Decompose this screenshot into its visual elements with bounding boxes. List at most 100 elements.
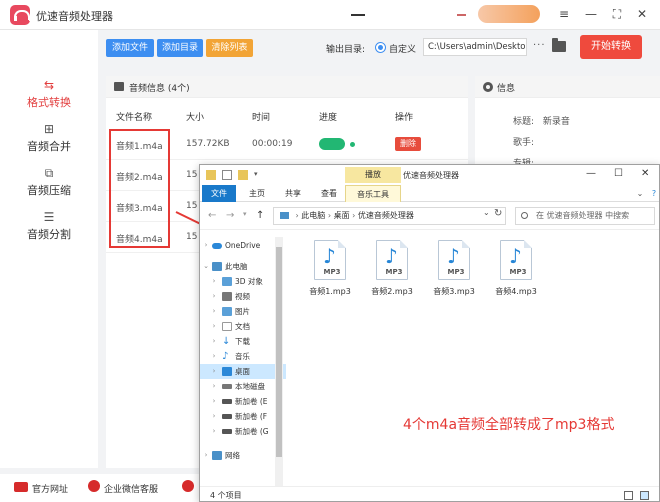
website-link[interactable]: 官方网址	[32, 482, 68, 495]
info-title: 信息	[497, 84, 516, 94]
file-type-tag: MP3	[509, 268, 527, 276]
tab-file[interactable]: 文件	[202, 185, 236, 202]
tab-home[interactable]: 主页	[240, 185, 274, 202]
chevron-right-icon: ›	[212, 397, 216, 405]
file-type-tag: MP3	[385, 268, 403, 276]
explorer-search-input[interactable]: 在 优速音频处理器 中搜索	[515, 207, 655, 225]
chevron-right-icon: ›	[212, 292, 216, 300]
tab-view[interactable]: 查看	[312, 185, 346, 202]
title-bar: 优速音频处理器 ≡ — ⛶ ✕	[0, 0, 660, 30]
sidebar-item-audio-merge[interactable]: ⊞ 音频合并	[0, 122, 98, 156]
large-icons-view-icon[interactable]	[640, 491, 649, 500]
file-item[interactable]: ♪ MP3 音频4.mp3	[488, 240, 544, 310]
file-item[interactable]: ♪ MP3 音频2.mp3	[364, 240, 420, 310]
info-label: 歌手:	[513, 138, 535, 148]
col-filename: 文件名称	[116, 113, 153, 123]
tree-label: 3D 对象	[235, 277, 263, 286]
sidebar-item-label: 格式转换	[27, 96, 71, 109]
tree-item-volume-f[interactable]: › 新加卷 (F	[200, 409, 286, 424]
open-folder-icon[interactable]	[552, 38, 566, 52]
tree-item-onedrive[interactable]: › OneDrive	[200, 238, 286, 253]
tree-label: OneDrive	[225, 241, 261, 250]
tree-item-downloads[interactable]: › ↓ 下载	[200, 334, 286, 349]
file-item[interactable]: ♪ MP3 音频3.mp3	[426, 240, 482, 310]
minimize-bar-icon[interactable]	[351, 14, 365, 16]
tree-item-volume-g[interactable]: › 新加卷 (G	[200, 424, 286, 439]
explorer-close-icon[interactable]: ✕	[641, 168, 649, 179]
tree-item-videos[interactable]: › 视频	[200, 289, 286, 304]
clear-list-button[interactable]: 清除列表	[206, 39, 253, 57]
search-icon	[521, 212, 528, 219]
output-dir-label: 输出目录:	[326, 45, 366, 55]
quick-access-dropdown-icon[interactable]: ▾	[254, 170, 264, 180]
mp3-file-icon: ♪ MP3	[500, 240, 532, 280]
address-part[interactable]: 优速音频处理器	[358, 211, 414, 220]
picture-icon	[222, 307, 232, 316]
tree-item-this-pc[interactable]: ⌄ 此电脑	[200, 259, 286, 274]
sidebar-item-audio-compress[interactable]: ⧉ 音频压缩	[0, 166, 98, 200]
tree-item-desktop[interactable]: › 桌面	[200, 364, 286, 379]
address-part[interactable]: 此电脑	[301, 211, 325, 220]
explorer-maximize-icon[interactable]: ☐	[614, 168, 623, 179]
info-header: 信息	[475, 76, 660, 98]
image-icon	[114, 82, 124, 91]
back-icon[interactable]: ←	[208, 210, 216, 221]
support-icon[interactable]	[182, 480, 194, 492]
tree-item-local-disk[interactable]: › 本地磁盘	[200, 379, 286, 394]
file-item[interactable]: ♪ MP3 音频1.mp3	[302, 240, 358, 310]
browse-more-button[interactable]: ···	[533, 40, 546, 51]
address-part[interactable]: 桌面	[334, 211, 350, 220]
tree-item-documents[interactable]: › 文档	[200, 319, 286, 334]
recent-dropdown-icon[interactable]: ▾	[243, 210, 247, 218]
tree-item-network[interactable]: › 网络	[200, 448, 286, 463]
wechat-support-link[interactable]: 企业微信客服	[104, 482, 158, 495]
address-input[interactable]: › 此电脑 › 桌面 › 优速音频处理器	[273, 207, 506, 225]
menu-icon[interactable]: ≡	[556, 6, 572, 22]
sidebar-item-label: 音频压缩	[27, 184, 71, 197]
tree-label: 文档	[235, 322, 250, 331]
sidebar-item-audio-split[interactable]: ☰ 音频分割	[0, 210, 98, 244]
tree-label: 新加卷 (E	[235, 397, 268, 406]
sidebar-item-format-convert[interactable]: ⇆ 格式转换	[0, 78, 98, 112]
tree-item-volume-e[interactable]: › 新加卷 (E	[200, 394, 286, 409]
ribbon-expand-icon[interactable]: ⌄	[634, 185, 646, 202]
chevron-right-icon: ›	[204, 241, 208, 249]
chevron-right-icon: ›	[212, 337, 216, 345]
cloud-icon	[212, 243, 222, 249]
tree-label: 桌面	[235, 367, 250, 376]
add-file-button[interactable]: 添加文件	[106, 39, 154, 57]
minimize-icon[interactable]: —	[583, 6, 599, 22]
delete-button[interactable]: 删除	[395, 137, 421, 151]
tree-item-music[interactable]: › ♪ 音乐	[200, 349, 286, 364]
address-dropdown-icon[interactable]: ⌄	[483, 208, 490, 217]
mp3-file-icon: ♪ MP3	[438, 240, 470, 280]
tree-label: 本地磁盘	[235, 382, 265, 391]
refresh-icon[interactable]: ↻	[494, 208, 502, 219]
custom-radio[interactable]	[375, 42, 386, 53]
col-progress: 进度	[319, 113, 338, 123]
help-icon[interactable]: ?	[648, 185, 659, 202]
address-sep-icon: ›	[295, 211, 299, 220]
tab-music-tools[interactable]: 音乐工具	[345, 185, 401, 202]
tree-item-pictures[interactable]: › 图片	[200, 304, 286, 319]
play-context-tab[interactable]: 播放	[345, 167, 401, 183]
tree-scrollbar[interactable]	[275, 237, 283, 487]
add-folder-button[interactable]: 添加目录	[157, 39, 203, 57]
chevron-right-icon: ›	[204, 451, 208, 459]
tree-label: 视频	[235, 292, 250, 301]
custom-radio-label: 自定义	[389, 45, 417, 55]
start-convert-button[interactable]: 开始转换	[580, 35, 642, 59]
up-icon[interactable]: ↑	[256, 210, 264, 221]
close-icon[interactable]: ✕	[634, 6, 650, 22]
fullscreen-icon[interactable]: ⛶	[609, 6, 625, 22]
tab-share[interactable]: 共享	[276, 185, 310, 202]
properties-icon[interactable]	[222, 170, 232, 180]
forward-icon[interactable]: →	[226, 210, 234, 221]
details-view-icon[interactable]	[624, 491, 633, 500]
progress-dot	[350, 142, 355, 147]
promo-banner[interactable]	[478, 5, 540, 23]
new-folder-icon[interactable]	[238, 170, 248, 180]
output-path-input[interactable]: C:\Users\admin\Deskto	[423, 38, 527, 56]
tree-item-3d-objects[interactable]: › 3D 对象	[200, 274, 286, 289]
explorer-minimize-icon[interactable]: —	[586, 168, 596, 179]
